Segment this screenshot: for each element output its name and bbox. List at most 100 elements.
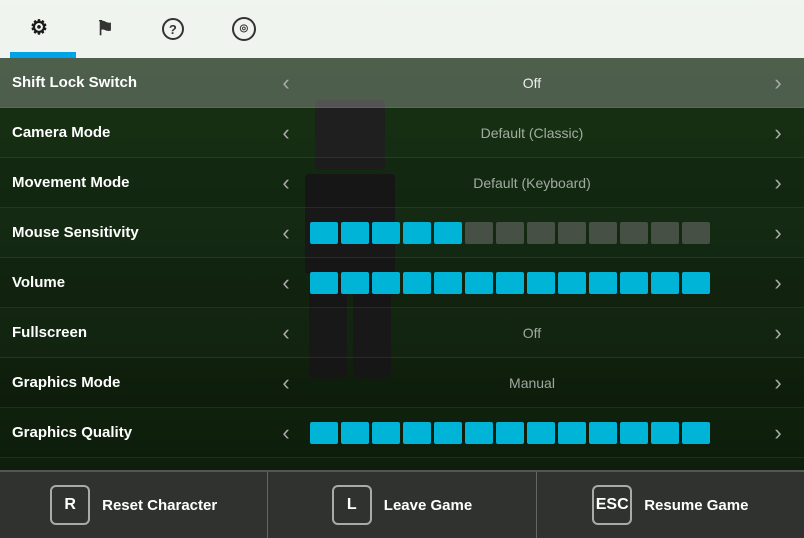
bar-segment-4 (434, 272, 462, 294)
setting-value-graphics-mode: Manual (300, 375, 764, 391)
action-label-leave: Leave Game (384, 497, 472, 514)
setting-label-volume: Volume (12, 274, 272, 291)
setting-row-shift-lock: Shift Lock Switch‹Off› (0, 58, 804, 108)
tab-record[interactable]: ◎ (212, 0, 284, 58)
setting-row-mouse-sensitivity: Mouse Sensitivity‹› (0, 208, 804, 258)
top-nav: ⚙ ⚑ ? ◎ (0, 0, 804, 58)
arrow-right-camera-mode[interactable]: › (764, 115, 792, 151)
bar-segment-5 (465, 222, 493, 244)
key-badge-leave: L (332, 485, 372, 525)
arrow-left-camera-mode[interactable]: ‹ (272, 115, 300, 151)
arrow-right-mouse-sensitivity[interactable]: › (764, 215, 792, 251)
ui-overlay: ⚙ ⚑ ? ◎ Shift Lock Switch‹Off›Camera Mod… (0, 0, 804, 538)
arrow-right-graphics-quality[interactable]: › (764, 415, 792, 451)
bar-segment-8 (558, 272, 586, 294)
action-reset[interactable]: R Reset Character (0, 472, 268, 538)
bar-segment-5 (465, 272, 493, 294)
bar-segment-9 (589, 272, 617, 294)
setting-control-fullscreen: ‹Off› (272, 315, 792, 351)
arrow-right-fullscreen[interactable]: › (764, 315, 792, 351)
arrow-left-mouse-sensitivity[interactable]: ‹ (272, 215, 300, 251)
arrow-right-movement-mode[interactable]: › (764, 165, 792, 201)
bar-segment-7 (527, 272, 555, 294)
setting-label-camera-mode: Camera Mode (12, 124, 272, 141)
bar-segment-8 (558, 422, 586, 444)
setting-control-volume: ‹› (272, 265, 792, 301)
setting-control-mouse-sensitivity: ‹› (272, 215, 792, 251)
action-label-reset: Reset Character (102, 497, 217, 514)
key-badge-resume: ESC (592, 485, 632, 525)
report-icon: ⚑ (96, 19, 114, 39)
bar-segment-1 (341, 272, 369, 294)
setting-label-graphics-quality: Graphics Quality (12, 424, 272, 441)
setting-row-movement-mode: Movement Mode‹Default (Keyboard)› (0, 158, 804, 208)
key-badge-reset: R (50, 485, 90, 525)
bar-segment-11 (651, 222, 679, 244)
bar-segment-10 (620, 272, 648, 294)
setting-row-fullscreen: Fullscreen‹Off› (0, 308, 804, 358)
bar-segment-12 (682, 222, 710, 244)
bar-segment-6 (496, 422, 524, 444)
tab-report[interactable]: ⚑ (76, 0, 142, 58)
bar-segment-0 (310, 422, 338, 444)
setting-value-camera-mode: Default (Classic) (300, 125, 764, 141)
bar-segment-6 (496, 222, 524, 244)
setting-row-graphics-quality: Graphics Quality‹ › (0, 408, 804, 458)
arrow-right-shift-lock[interactable]: › (764, 65, 792, 101)
setting-label-shift-lock: Shift Lock Switch (12, 74, 272, 91)
arrow-right-volume[interactable]: › (764, 265, 792, 301)
setting-row-volume: Volume‹› (0, 258, 804, 308)
bar-segment-1 (341, 422, 369, 444)
bar-segment-7 (527, 422, 555, 444)
bar-segment-3 (403, 222, 431, 244)
setting-row-graphics-mode: Graphics Mode‹Manual› (0, 358, 804, 408)
arrow-left-graphics-quality[interactable]: ‹ (272, 415, 300, 451)
setting-control-camera-mode: ‹Default (Classic)› (272, 115, 792, 151)
arrow-left-shift-lock[interactable]: ‹ (272, 65, 300, 101)
bar-segment-4 (434, 422, 462, 444)
tab-help[interactable]: ? (142, 0, 212, 58)
setting-label-mouse-sensitivity: Mouse Sensitivity (12, 224, 272, 241)
setting-value-movement-mode: Default (Keyboard) (300, 175, 764, 191)
bar-segment-9 (589, 222, 617, 244)
bar-segment-3 (403, 422, 431, 444)
bar-segment-11 (651, 272, 679, 294)
action-resume[interactable]: ESC Resume Game (537, 472, 804, 538)
action-leave[interactable]: L Leave Game (268, 472, 536, 538)
bar-segment-12 (682, 422, 710, 444)
bar-segment-4 (434, 222, 462, 244)
tab-settings[interactable]: ⚙ (10, 0, 76, 58)
setting-control-graphics-mode: ‹Manual› (272, 365, 792, 401)
arrow-left-graphics-mode[interactable]: ‹ (272, 365, 300, 401)
bar-segment-6 (496, 272, 524, 294)
slider-mouse-sensitivity[interactable] (300, 222, 764, 244)
bar-segment-2 (372, 222, 400, 244)
action-label-resume: Resume Game (644, 497, 748, 514)
bar-segment-0 (310, 222, 338, 244)
bar-segment-5 (465, 422, 493, 444)
bar-segment-7 (527, 222, 555, 244)
settings-panel: Shift Lock Switch‹Off›Camera Mode‹Defaul… (0, 58, 804, 470)
arrow-left-fullscreen[interactable]: ‹ (272, 315, 300, 351)
setting-value-shift-lock: Off (300, 75, 764, 91)
slider-graphics-quality[interactable] (300, 422, 764, 444)
setting-label-movement-mode: Movement Mode (12, 174, 272, 191)
setting-control-shift-lock: ‹Off› (272, 65, 792, 101)
bottom-bar: R Reset Character L Leave Game ESC Resume Gam… (0, 470, 804, 538)
bar-segment-1 (341, 222, 369, 244)
bar-segment-8 (558, 222, 586, 244)
bar-segment-10 (620, 222, 648, 244)
arrow-right-graphics-mode[interactable]: › (764, 365, 792, 401)
bar-segment-0 (310, 272, 338, 294)
setting-label-graphics-mode: Graphics Mode (12, 374, 272, 391)
bar-segment-12 (682, 272, 710, 294)
setting-control-movement-mode: ‹Default (Keyboard)› (272, 165, 792, 201)
bar-segment-10 (620, 422, 648, 444)
slider-volume[interactable] (300, 272, 764, 294)
setting-value-fullscreen: Off (300, 325, 764, 341)
help-icon: ? (162, 18, 184, 40)
setting-row-camera-mode: Camera Mode‹Default (Classic)› (0, 108, 804, 158)
arrow-left-volume[interactable]: ‹ (272, 265, 300, 301)
arrow-left-movement-mode[interactable]: ‹ (272, 165, 300, 201)
bar-segment-9 (589, 422, 617, 444)
